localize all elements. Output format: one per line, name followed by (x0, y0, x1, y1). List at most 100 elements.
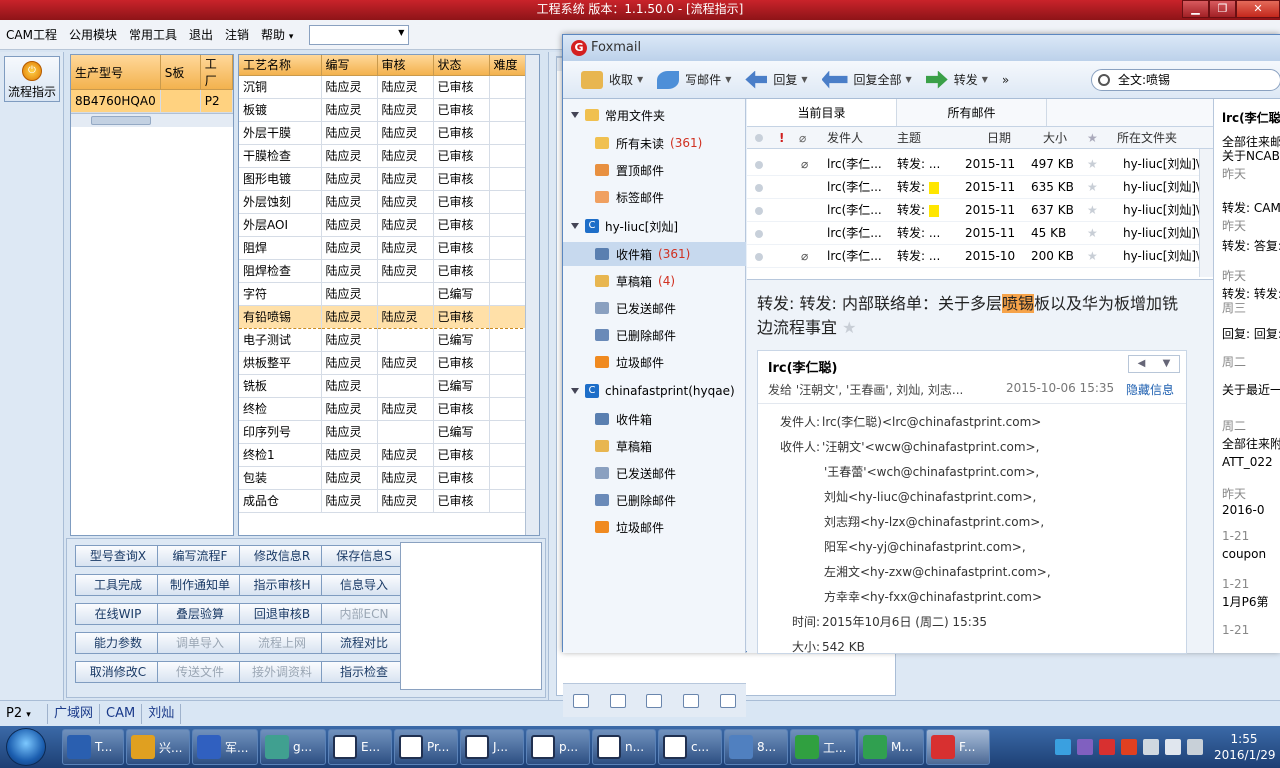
taskbar-item[interactable]: p... (526, 729, 590, 765)
menu-tools[interactable]: 常用工具 (129, 26, 177, 43)
side-panel-item[interactable]: 回复: 回复: (1222, 325, 1280, 342)
to-value[interactable]: '王春蕾'<wch@chinafastprint.com>, (824, 463, 1039, 480)
more-button[interactable]: » (1002, 73, 1009, 87)
table-row[interactable]: 沉铜 陆应灵 陆应灵 已审核 (239, 75, 539, 99)
expand-icon[interactable] (571, 388, 579, 394)
to-value[interactable]: 刘灿<hy-liuc@chinafastprint.com>, (824, 488, 1036, 505)
screen-icon[interactable] (1143, 739, 1159, 755)
clock[interactable]: 1:55 2016/1/29 (1214, 731, 1276, 763)
folder-item[interactable]: 标签邮件 (563, 185, 746, 209)
folder-item[interactable]: 草稿箱 (563, 434, 746, 458)
table-row[interactable]: 有铅喷锡 陆应灵 陆应灵 已审核 (239, 304, 539, 329)
calendar-icon[interactable] (646, 693, 663, 708)
column-header-sender[interactable]: 发件人 (827, 127, 863, 149)
table-row[interactable]: 外层干膜 陆应灵 陆应灵 已审核 (239, 121, 539, 145)
folder-item[interactable]: 已删除邮件 (563, 323, 746, 347)
table-row[interactable]: 图形电镀 陆应灵 陆应灵 已审核 (239, 167, 539, 191)
table-row[interactable]: 终检 陆应灵 陆应灵 已审核 (239, 397, 539, 421)
chevron-down-icon[interactable]: ▼ (1154, 356, 1179, 372)
tree-account-hyliuc[interactable]: Chy-liuc[刘灿] (563, 214, 746, 238)
action-button[interactable]: 回退审核B (239, 603, 325, 625)
action-button[interactable]: 信息导入 (321, 574, 407, 596)
action-button[interactable]: 在线WIP (75, 603, 161, 625)
table-row[interactable]: 包装 陆应灵 陆应灵 已审核 (239, 466, 539, 490)
column-header-folder[interactable]: 所在文件夹 (1117, 127, 1177, 149)
vertical-scrollbar[interactable] (525, 55, 539, 535)
side-panel-item[interactable]: lrc(李仁聪) (1222, 109, 1280, 126)
table-row[interactable]: 终检1 陆应灵 陆应灵 已审核 (239, 443, 539, 467)
taskbar-item[interactable]: g... (260, 729, 326, 765)
tab-all-mail[interactable]: 所有邮件 (897, 99, 1047, 126)
side-panel-item[interactable]: 全部往来附 (1222, 435, 1280, 452)
action-button[interactable]: 修改信息R (239, 545, 325, 567)
network-icon[interactable] (1055, 739, 1071, 755)
folder-item[interactable]: 草稿箱 (4) (563, 269, 746, 293)
action-button[interactable]: 流程对比 (321, 632, 407, 654)
hide-info-link[interactable]: 隐藏信息 (1126, 381, 1174, 398)
table-row[interactable]: 外层AOI 陆应灵 陆应灵 已审核 (239, 213, 539, 237)
star-icon[interactable]: ★ (842, 318, 856, 337)
action-button[interactable]: 工具完成 (75, 574, 161, 596)
taskbar-item[interactable]: Pr... (394, 729, 458, 765)
column-header[interactable]: 生产型号 (71, 55, 161, 90)
column-header[interactable]: 工艺名称 (239, 55, 322, 76)
action-button[interactable]: 调单导入 (157, 632, 243, 654)
table-row[interactable]: 成品仓 陆应灵 陆应灵 已审核 (239, 489, 539, 513)
expand-icon[interactable] (571, 112, 579, 118)
mail-sender[interactable]: lrc(李仁聪) (768, 357, 837, 376)
taskbar-item[interactable]: E... (328, 729, 392, 765)
flag-icon[interactable] (1187, 739, 1203, 755)
to-value[interactable]: 阳军<hy-yj@chinafastprint.com>, (824, 538, 1026, 555)
scroll-thumb[interactable] (91, 116, 151, 125)
mail-row[interactable]: lrc(李仁... 转发: 2015-11 635 KB ★ hy-liuc[刘灿]\ (747, 176, 1213, 199)
reply-button[interactable]: 回复 ▼ (745, 70, 808, 89)
folder-item[interactable]: 垃圾邮件 (563, 350, 746, 374)
compose-button[interactable]: 写邮件 ▼ (657, 70, 731, 89)
menu-combo[interactable]: ▼ (309, 24, 410, 45)
taskbar-item[interactable]: 军... (192, 729, 258, 765)
expand-icon[interactable] (571, 223, 579, 229)
tree-common-folders[interactable]: 常用文件夹 (563, 103, 746, 127)
star-icon[interactable]: ★ (1087, 127, 1098, 149)
folder-item[interactable]: 收件箱 (361) (563, 242, 746, 266)
table-row[interactable]: 铣板 陆应灵 已编写 (239, 374, 539, 398)
taskbar-item[interactable]: J... (460, 729, 524, 765)
note-box[interactable] (400, 542, 542, 690)
mail-row[interactable]: lrc(李仁... 转发: 2015-11 637 KB ★ hy-liuc[刘灿]\ (747, 199, 1213, 222)
folder-item[interactable]: 垃圾邮件 (563, 515, 746, 539)
action-button[interactable]: 流程上网 (239, 632, 325, 654)
column-header[interactable]: 审核 (377, 55, 434, 76)
menu-public[interactable]: 公用模块 (69, 26, 117, 43)
rss-icon[interactable] (719, 693, 736, 708)
action-button[interactable]: 指示审核H (239, 574, 325, 596)
to-value[interactable]: 左湘文<hy-zxw@chinafastprint.com>, (824, 563, 1051, 580)
table-row[interactable]: 印序列号 陆应灵 已编写 (239, 420, 539, 444)
column-header-subject[interactable]: 主题 (897, 127, 921, 149)
menu-exit[interactable]: 退出 (189, 26, 213, 43)
notes-icon[interactable] (683, 693, 700, 708)
minimize-button[interactable]: ▁ (1182, 0, 1209, 18)
taskbar-item[interactable]: n... (592, 729, 656, 765)
from-value[interactable]: lrc(李仁聪)<lrc@chinafastprint.com> (822, 415, 1041, 429)
mail-row[interactable]: ⌀ lrc(李仁... 转发: ... 2015-10 200 KB ★ hy-liuc[刘… (747, 245, 1213, 268)
taskbar-item[interactable]: 兴... (126, 729, 190, 765)
table-row[interactable]: 8B4760HQA0 P2 (71, 89, 234, 113)
action-button[interactable]: 制作通知单 (157, 574, 243, 596)
foxmail-tray-icon[interactable] (1099, 739, 1115, 755)
forward-button[interactable]: 转发 ▼ (925, 70, 988, 89)
action-button[interactable]: 指示检查 (321, 661, 407, 683)
tree-account-chinafastprint[interactable]: Cchinafastprint(hyqae) (563, 379, 746, 403)
action-button[interactable]: 能力参数 (75, 632, 161, 654)
folder-item[interactable]: 已发送邮件 (563, 296, 746, 320)
to-value[interactable]: '汪朝文'<wcw@chinafastprint.com>, (822, 440, 1039, 454)
side-panel-item[interactable]: 转发: CAM (1222, 199, 1280, 216)
action-button[interactable]: 取消修改C (75, 661, 161, 683)
reply-icon[interactable]: ◀ (1129, 356, 1154, 372)
column-header-date[interactable]: 日期 (987, 127, 1011, 149)
side-panel-item[interactable]: 关于NCAB (1222, 147, 1280, 164)
app-tray-icon[interactable] (1121, 739, 1137, 755)
side-panel-item[interactable]: 关于最近一 (1222, 381, 1280, 398)
vertical-scrollbar[interactable] (1199, 149, 1213, 277)
menu-cam[interactable]: CAM工程 (6, 26, 57, 43)
folder-item[interactable]: 置顶邮件 (563, 158, 746, 182)
